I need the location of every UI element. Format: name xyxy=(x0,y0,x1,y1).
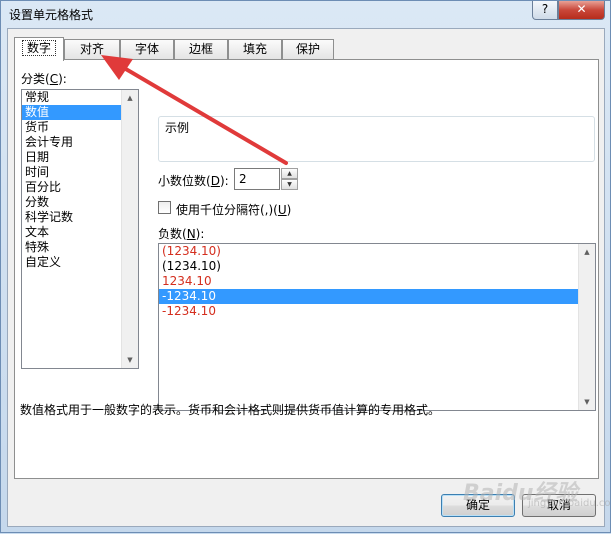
help-icon: ? xyxy=(541,2,549,16)
negative-format-item[interactable]: (1234.10) xyxy=(159,259,578,274)
scroll-down-arrow-icon[interactable]: ▼ xyxy=(122,352,138,368)
tab-alignment[interactable]: 对齐 xyxy=(64,39,120,59)
tab-border[interactable]: 边框 xyxy=(174,39,228,59)
format-cells-dialog: 设置单元格格式 ? ✕ 数字 对齐 字体 边框 填充 保护 分类(C): 常规 … xyxy=(0,0,611,533)
tab-border-label: 边框 xyxy=(188,42,213,56)
sample-box xyxy=(158,116,595,162)
help-button[interactable]: ? xyxy=(532,1,558,20)
decimal-places-input[interactable]: 2 xyxy=(234,168,280,190)
negative-items: (1234.10) (1234.10) 1234.10 -1234.10 -1234.1… xyxy=(159,244,595,319)
negative-format-item[interactable]: -1234.10 xyxy=(159,304,578,319)
dialog-body: 数字 对齐 字体 边框 填充 保护 分类(C): 常规 数值 货币 会计专用 日… xyxy=(7,28,605,527)
title-bar[interactable]: 设置单元格格式 ? ✕ xyxy=(1,1,610,27)
scroll-up-arrow-icon[interactable]: ▲ xyxy=(579,244,595,260)
tab-protection-label: 保护 xyxy=(295,42,320,56)
tab-fill-label: 填充 xyxy=(242,42,267,56)
close-icon: ✕ xyxy=(576,2,587,16)
scroll-up-arrow-icon[interactable]: ▲ xyxy=(122,90,138,106)
dialog-title: 设置单元格格式 xyxy=(9,8,94,22)
scroll-down-arrow-icon[interactable]: ▼ xyxy=(579,394,595,410)
tab-number[interactable]: 数字 xyxy=(14,37,64,61)
negative-numbers-list[interactable]: (1234.10) (1234.10) 1234.10 -1234.10 -1234.1… xyxy=(158,243,596,411)
cancel-button[interactable]: 取消 xyxy=(522,494,596,517)
spin-down-icon[interactable]: ▼ xyxy=(281,179,298,190)
thousands-separator-label[interactable]: 使用千位分隔符(,)(U) xyxy=(176,201,291,218)
close-button[interactable]: ✕ xyxy=(558,1,605,20)
negative-numbers-label: 负数(N): xyxy=(158,227,205,241)
tab-fill[interactable]: 填充 xyxy=(228,39,282,59)
negative-format-item[interactable]: (1234.10) xyxy=(159,244,578,259)
negative-format-item[interactable]: 1234.10 xyxy=(159,274,578,289)
category-scrollbar[interactable]: ▲ ▼ xyxy=(121,90,138,368)
ok-button[interactable]: 确定 xyxy=(441,494,515,517)
tab-protection[interactable]: 保护 xyxy=(282,39,334,59)
spin-up-icon[interactable]: ▲ xyxy=(281,168,298,179)
thousands-separator-checkbox[interactable] xyxy=(158,201,171,214)
sample-label: 示例 xyxy=(163,119,192,136)
category-label: 分类(C): xyxy=(21,72,67,86)
tab-alignment-label: 对齐 xyxy=(79,42,104,56)
tab-number-label: 数字 xyxy=(21,40,56,56)
decimal-places-stepper: ▲ ▼ xyxy=(281,168,298,190)
tab-font[interactable]: 字体 xyxy=(120,39,174,59)
decimal-places-label: 小数位数(D): xyxy=(158,174,229,188)
format-description: 数值格式用于一般数字的表示。货币和会计格式则提供货币值计算的专用格式。 xyxy=(20,403,441,417)
tab-font-label: 字体 xyxy=(134,42,159,56)
category-list[interactable]: 常规 数值 货币 会计专用 日期 时间 百分比 分数 科学记数 文本 特殊 自定义 ▲ ▼ xyxy=(21,89,139,369)
negative-scrollbar[interactable]: ▲ ▼ xyxy=(578,244,595,410)
negative-format-item[interactable]: -1234.10 xyxy=(159,289,578,304)
